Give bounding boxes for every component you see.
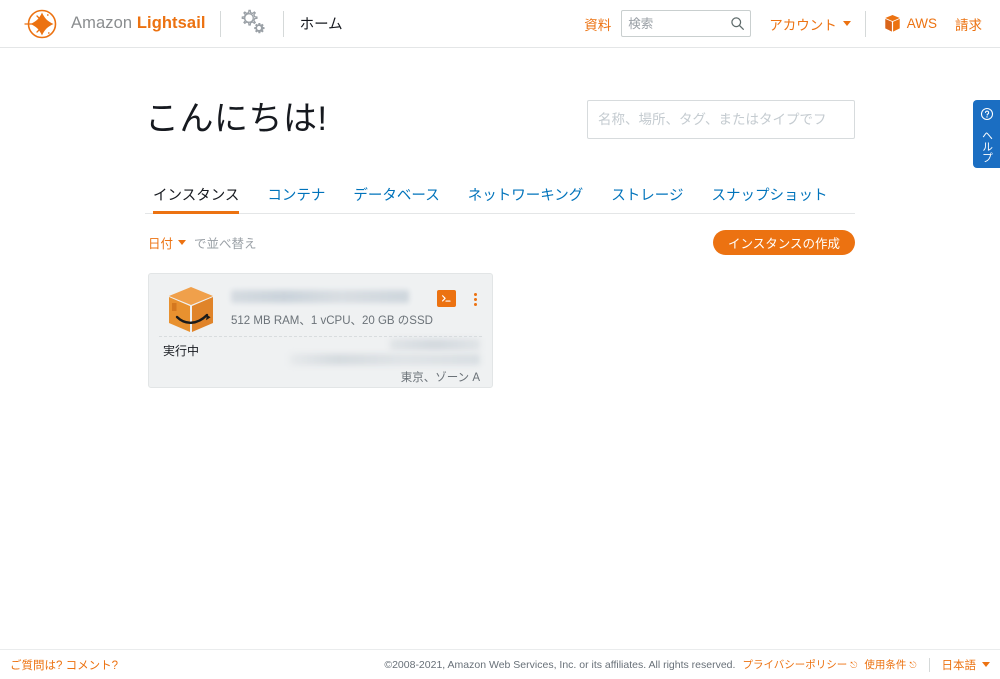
lightsail-logo-icon — [22, 4, 62, 44]
settings-button[interactable] — [235, 8, 269, 40]
search-icon[interactable] — [724, 16, 750, 31]
tab-snapshots[interactable]: スナップショット — [712, 184, 828, 214]
gears-icon — [237, 7, 267, 40]
tab-networking[interactable]: ネットワーキング — [468, 184, 584, 214]
brand-logo[interactable]: Amazon Lightsail — [22, 4, 206, 44]
resource-filter-input[interactable] — [587, 100, 855, 139]
sort-suffix-label: で並べ替え — [194, 237, 257, 251]
sort-key[interactable]: 日付 — [148, 233, 173, 252]
privacy-policy-link[interactable]: プライバシーポリシー ⎋ — [742, 657, 857, 672]
header-right-group: 資料 アカウント AWS 請求 — [584, 10, 982, 37]
instance-card-header: 512 MB RAM、1 vCPU、20 GB のSSD — [149, 274, 492, 338]
page-footer: ご質問は? コメント? ©2008-2021, Amazon Web Servi… — [0, 649, 1000, 679]
language-label: 日本語 — [941, 659, 977, 672]
aws-label[interactable]: AWS — [907, 16, 937, 31]
instance-ip-redacted-1 — [390, 339, 480, 350]
page-title: こんにちは! — [145, 99, 328, 138]
page-content: こんにちは! インスタンス コンテナ データベース ネットワーキング ストレージ… — [0, 48, 1000, 388]
tab-databases[interactable]: データベース — [353, 184, 439, 214]
search-input[interactable] — [622, 11, 725, 36]
greeting-row: こんにちは! — [145, 100, 855, 139]
content-container: こんにちは! インスタンス コンテナ データベース ネットワーキング ストレージ… — [145, 48, 855, 388]
chevron-down-icon — [982, 662, 990, 667]
terminal-icon[interactable] — [437, 290, 456, 307]
tab-instances[interactable]: インスタンス — [153, 184, 240, 214]
footer-divider — [928, 657, 930, 672]
chevron-down-icon[interactable] — [178, 240, 187, 245]
brand-lightsail: Lightsail — [136, 14, 206, 32]
nav-home[interactable]: ホーム — [300, 13, 343, 34]
footer-right-group: ©2008-2021, Amazon Web Services, Inc. or… — [384, 657, 990, 673]
account-label: アカウント — [769, 17, 837, 33]
amazon-box-icon — [163, 284, 219, 336]
copyright-text: ©2008-2021, Amazon Web Services, Inc. or… — [384, 658, 736, 671]
kebab-dot — [473, 292, 477, 296]
sort-and-create-row: 日付 で並べ替え インスタンスの作成 — [145, 230, 855, 255]
aws-cube-icon — [884, 14, 901, 33]
sort-control: 日付 で並べ替え — [148, 233, 257, 252]
external-link-icon: ⎋ — [909, 660, 917, 670]
brand-amazon: Amazon — [71, 14, 137, 32]
tab-containers[interactable]: コンテナ — [267, 184, 325, 214]
language-selector[interactable]: 日本語 — [941, 657, 990, 673]
terms-of-use-label: 使用条件 — [864, 659, 907, 671]
create-instance-button[interactable]: インスタンスの作成 — [712, 230, 855, 255]
status-badge: 実行中 — [163, 344, 200, 358]
docs-link[interactable]: 資料 — [584, 14, 611, 34]
header-divider-1 — [219, 10, 221, 37]
instance-card[interactable]: 512 MB RAM、1 vCPU、20 GB のSSD 実行中 東京、ゾーン … — [148, 273, 493, 388]
chevron-down-icon — [842, 21, 851, 26]
instance-zone: 東京、ゾーン A — [400, 372, 480, 384]
header-divider-3 — [864, 10, 866, 37]
account-menu[interactable]: アカウント — [769, 14, 851, 34]
kebab-dot — [473, 297, 477, 301]
tab-storage[interactable]: ストレージ — [611, 184, 683, 214]
external-link-icon: ⎋ — [850, 660, 858, 670]
terms-of-use-link[interactable]: 使用条件 ⎋ — [864, 657, 916, 672]
billing-link[interactable]: 請求 — [955, 14, 982, 34]
feedback-link[interactable]: ご質問は? コメント? — [10, 657, 118, 673]
top-navigation-bar: Amazon Lightsail ホーム 資料 検索 アカウント AWS 請求 — [0, 0, 1000, 48]
header-divider-2 — [282, 10, 284, 37]
resource-tabs: インスタンス コンテナ データベース ネットワーキング ストレージ スナップショ… — [145, 183, 855, 214]
privacy-policy-label: プライバシーポリシー — [742, 659, 848, 671]
brand-label: Amazon Lightsail — [71, 14, 206, 33]
instance-ip-redacted-2 — [290, 354, 480, 365]
kebab-menu-icon[interactable] — [468, 290, 482, 308]
kebab-dot — [473, 302, 477, 306]
instance-specs: 512 MB RAM、1 vCPU、20 GB のSSD — [231, 315, 433, 327]
instance-card-footer: 実行中 東京、ゾーン A — [149, 337, 492, 387]
instance-meta: 512 MB RAM、1 vCPU、20 GB のSSD — [231, 284, 437, 338]
instance-card-actions — [437, 284, 482, 338]
instance-name-redacted — [231, 290, 409, 303]
header-search[interactable] — [621, 10, 752, 37]
